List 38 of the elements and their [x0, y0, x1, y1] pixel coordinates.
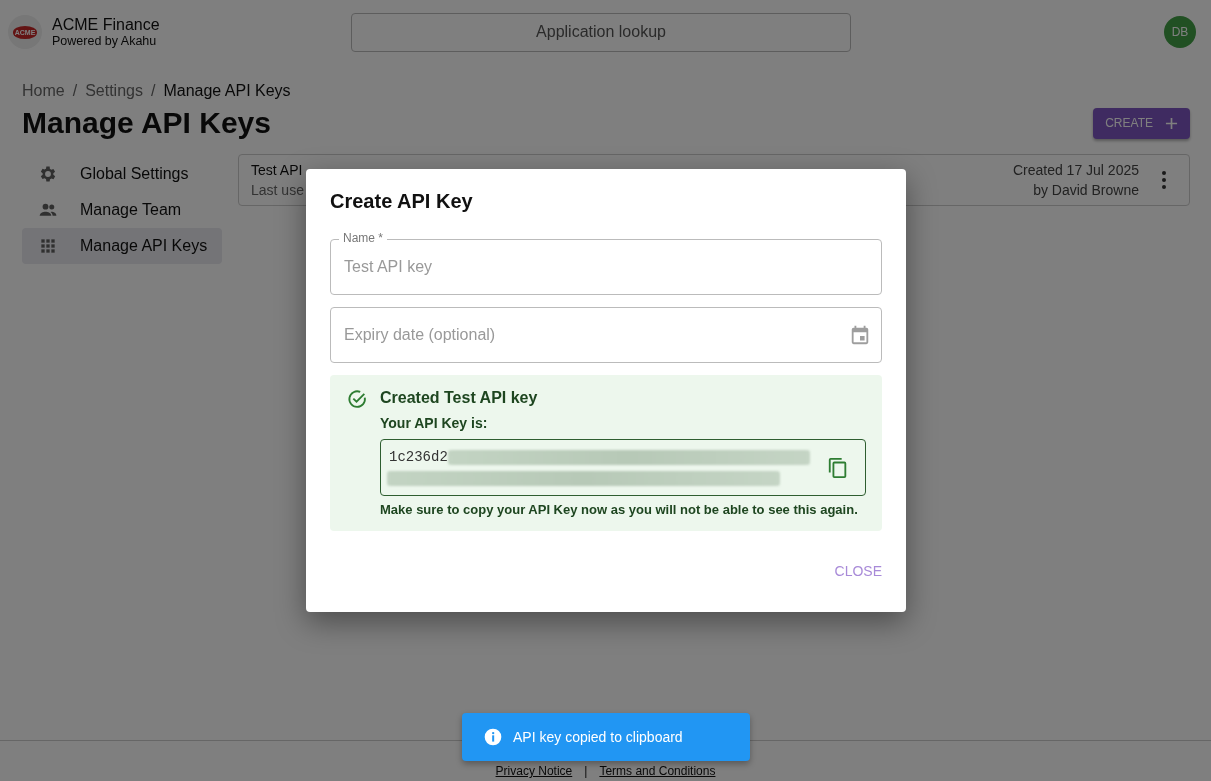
- footer-separator: |: [584, 764, 588, 778]
- create-button[interactable]: CREATE: [1093, 107, 1190, 139]
- expiry-date-field[interactable]: Expiry date (optional): [330, 307, 882, 363]
- api-key-name: Test API: [251, 161, 304, 180]
- calendar-icon[interactable]: [849, 324, 871, 346]
- breadcrumb-link[interactable]: Manage API Keys: [163, 82, 291, 100]
- brand-name: ACME Finance: [52, 16, 160, 34]
- gear-icon: [38, 164, 58, 184]
- breadcrumb-separator: /: [72, 82, 78, 100]
- info-icon: [483, 727, 503, 747]
- toast-message: API key copied to clipboard: [513, 729, 683, 745]
- search-field[interactable]: Application lookup: [351, 12, 851, 52]
- user-avatar[interactable]: DB: [1164, 16, 1196, 48]
- field-label: Name *: [339, 231, 387, 245]
- api-key-label: Your API Key is:: [380, 415, 489, 431]
- sidebar-item[interactable]: Manage API Keys: [22, 228, 222, 264]
- close-button[interactable]: CLOSE: [834, 557, 882, 585]
- api-key-last-used: Last use: [251, 181, 305, 200]
- api-key-text: 1c236d2: [389, 449, 448, 465]
- created-date: Created 17 Jul 2025: [1012, 161, 1139, 180]
- breadcrumb-link[interactable]: Home: [22, 82, 65, 100]
- created-by: by David Browne: [1033, 181, 1139, 200]
- breadcrumb-separator: /: [150, 82, 156, 100]
- check-circle-icon: [346, 388, 368, 410]
- sidebar-item[interactable]: Global Settings: [22, 156, 222, 192]
- grid-icon: [38, 236, 58, 256]
- plus-icon: [1165, 116, 1178, 130]
- more-icon[interactable]: [1161, 170, 1167, 190]
- breadcrumb-link[interactable]: Settings: [85, 82, 143, 100]
- footer-link[interactable]: Terms and Conditions: [599, 764, 716, 778]
- page-title: Manage API Keys: [22, 106, 271, 140]
- sidebar-item[interactable]: Manage Team: [22, 192, 222, 228]
- copy-icon[interactable]: [827, 456, 849, 479]
- warning-text: Make sure to copy your API Key now as you will not be able to see this again.: [380, 502, 859, 517]
- footer-link[interactable]: Privacy Notice: [495, 764, 573, 778]
- alert-title: Created Test API key: [380, 388, 539, 408]
- brand-tagline: Powered by Akahu: [52, 34, 158, 48]
- dialog-title: Create API Key: [330, 189, 474, 214]
